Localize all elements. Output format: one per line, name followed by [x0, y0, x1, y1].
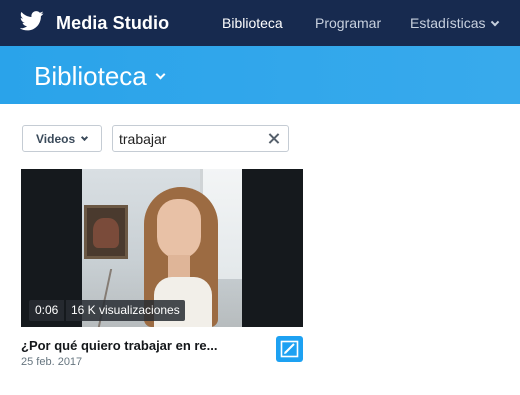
- chevron-down-icon: [491, 17, 500, 27]
- brand[interactable]: Media Studio: [19, 10, 170, 36]
- video-views: 16 K visualizaciones: [66, 300, 185, 321]
- person-face: [157, 199, 201, 259]
- chevron-down-icon: [155, 69, 166, 80]
- search-input[interactable]: [119, 130, 259, 148]
- twitter-bird-icon: [19, 10, 44, 36]
- app-title: Media Studio: [56, 12, 170, 33]
- nav-item-estadisticas-label: Estadísticas: [410, 15, 486, 31]
- person-neck: [168, 255, 190, 279]
- edit-video-button[interactable]: [276, 336, 303, 362]
- page-header: Biblioteca: [0, 46, 520, 104]
- video-date: 25 feb. 2017: [21, 356, 83, 368]
- media-type-label: Videos: [36, 131, 76, 146]
- chevron-down-icon: [81, 133, 89, 141]
- video-title[interactable]: ¿Por qué quiero trabajar en re...: [21, 338, 271, 353]
- nav-item-estadisticas[interactable]: Estadísticas: [410, 15, 500, 31]
- page-title-dropdown[interactable]: Biblioteca: [34, 61, 166, 92]
- clear-search-icon[interactable]: [268, 133, 279, 144]
- nav-item-biblioteca[interactable]: Biblioteca: [222, 15, 283, 31]
- search-box: [112, 125, 289, 152]
- video-duration: 0:06: [29, 300, 65, 321]
- media-type-select[interactable]: Videos: [22, 125, 102, 152]
- page-title: Biblioteca: [34, 61, 147, 91]
- painting-background: [84, 205, 128, 259]
- top-navigation-bar: Media Studio Biblioteca Programar Estadí…: [0, 0, 520, 46]
- nav-item-programar[interactable]: Programar: [315, 15, 381, 31]
